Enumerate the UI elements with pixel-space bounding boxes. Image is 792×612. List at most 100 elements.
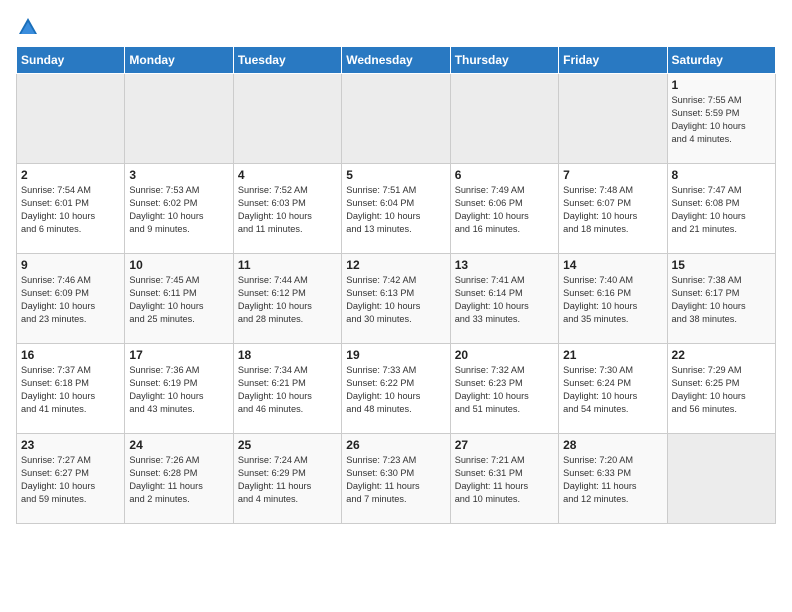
day-number: 25 xyxy=(238,438,337,452)
calendar-cell: 23 Sunrise: 7:27 AM Sunset: 6:27 PM Dayli… xyxy=(17,434,125,524)
calendar-cell xyxy=(450,74,558,164)
day-info: Sunrise: 7:52 AM Sunset: 6:03 PM Dayligh… xyxy=(238,184,337,236)
day-number: 16 xyxy=(21,348,120,362)
day-info: Sunrise: 7:37 AM Sunset: 6:18 PM Dayligh… xyxy=(21,364,120,416)
calendar-cell: 1Sunrise: 7:55 AM Sunset: 5:59 PM Daylig… xyxy=(667,74,775,164)
calendar-week-row: 9 Sunrise: 7:46 AM Sunset: 6:09 PM Daylig… xyxy=(17,254,776,344)
calendar-cell: 10 Sunrise: 7:45 AM Sunset: 6:11 PM Dayli… xyxy=(125,254,233,344)
day-number: 3 xyxy=(129,168,228,182)
logo-icon xyxy=(17,16,39,38)
day-number: 5 xyxy=(346,168,445,182)
calendar-cell: 15 Sunrise: 7:38 AM Sunset: 6:17 PM Dayli… xyxy=(667,254,775,344)
calendar-table: SundayMondayTuesdayWednesdayThursdayFrid… xyxy=(16,46,776,524)
day-info: Sunrise: 7:53 AM Sunset: 6:02 PM Dayligh… xyxy=(129,184,228,236)
logo xyxy=(16,16,40,38)
day-number: 9 xyxy=(21,258,120,272)
day-info: Sunrise: 7:55 AM Sunset: 5:59 PM Dayligh… xyxy=(672,94,771,146)
day-info: Sunrise: 7:44 AM Sunset: 6:12 PM Dayligh… xyxy=(238,274,337,326)
calendar-week-row: 23 Sunrise: 7:27 AM Sunset: 6:27 PM Dayli… xyxy=(17,434,776,524)
day-number: 23 xyxy=(21,438,120,452)
day-number: 4 xyxy=(238,168,337,182)
calendar-week-row: 16 Sunrise: 7:37 AM Sunset: 6:18 PM Dayli… xyxy=(17,344,776,434)
calendar-cell: 17 Sunrise: 7:36 AM Sunset: 6:19 PM Dayli… xyxy=(125,344,233,434)
day-info: Sunrise: 7:29 AM Sunset: 6:25 PM Dayligh… xyxy=(672,364,771,416)
calendar-cell: 9 Sunrise: 7:46 AM Sunset: 6:09 PM Daylig… xyxy=(17,254,125,344)
calendar-cell: 19 Sunrise: 7:33 AM Sunset: 6:22 PM Dayli… xyxy=(342,344,450,434)
day-info: Sunrise: 7:32 AM Sunset: 6:23 PM Dayligh… xyxy=(455,364,554,416)
day-number: 28 xyxy=(563,438,662,452)
day-number: 12 xyxy=(346,258,445,272)
day-number: 24 xyxy=(129,438,228,452)
calendar-cell: 28 Sunrise: 7:20 AM Sunset: 6:33 PM Dayli… xyxy=(559,434,667,524)
calendar-cell xyxy=(559,74,667,164)
day-info: Sunrise: 7:26 AM Sunset: 6:28 PM Dayligh… xyxy=(129,454,228,506)
day-info: Sunrise: 7:51 AM Sunset: 6:04 PM Dayligh… xyxy=(346,184,445,236)
day-info: Sunrise: 7:23 AM Sunset: 6:30 PM Dayligh… xyxy=(346,454,445,506)
day-info: Sunrise: 7:33 AM Sunset: 6:22 PM Dayligh… xyxy=(346,364,445,416)
day-number: 20 xyxy=(455,348,554,362)
day-number: 8 xyxy=(672,168,771,182)
calendar-cell xyxy=(17,74,125,164)
calendar-cell: 27 Sunrise: 7:21 AM Sunset: 6:31 PM Dayli… xyxy=(450,434,558,524)
day-number: 15 xyxy=(672,258,771,272)
day-info: Sunrise: 7:30 AM Sunset: 6:24 PM Dayligh… xyxy=(563,364,662,416)
calendar-cell: 18 Sunrise: 7:34 AM Sunset: 6:21 PM Dayli… xyxy=(233,344,341,434)
day-info: Sunrise: 7:40 AM Sunset: 6:16 PM Dayligh… xyxy=(563,274,662,326)
calendar-cell: 25 Sunrise: 7:24 AM Sunset: 6:29 PM Dayli… xyxy=(233,434,341,524)
calendar-cell: 24 Sunrise: 7:26 AM Sunset: 6:28 PM Dayli… xyxy=(125,434,233,524)
weekday-header: Monday xyxy=(125,47,233,74)
calendar-cell xyxy=(342,74,450,164)
calendar-cell xyxy=(125,74,233,164)
day-info: Sunrise: 7:21 AM Sunset: 6:31 PM Dayligh… xyxy=(455,454,554,506)
day-number: 10 xyxy=(129,258,228,272)
page-header xyxy=(16,16,776,38)
day-info: Sunrise: 7:46 AM Sunset: 6:09 PM Dayligh… xyxy=(21,274,120,326)
day-info: Sunrise: 7:20 AM Sunset: 6:33 PM Dayligh… xyxy=(563,454,662,506)
day-number: 13 xyxy=(455,258,554,272)
day-info: Sunrise: 7:38 AM Sunset: 6:17 PM Dayligh… xyxy=(672,274,771,326)
calendar-cell: 5 Sunrise: 7:51 AM Sunset: 6:04 PM Daylig… xyxy=(342,164,450,254)
day-number: 26 xyxy=(346,438,445,452)
calendar-cell: 26 Sunrise: 7:23 AM Sunset: 6:30 PM Dayli… xyxy=(342,434,450,524)
calendar-cell: 4 Sunrise: 7:52 AM Sunset: 6:03 PM Daylig… xyxy=(233,164,341,254)
calendar-cell: 14 Sunrise: 7:40 AM Sunset: 6:16 PM Dayli… xyxy=(559,254,667,344)
day-number: 27 xyxy=(455,438,554,452)
calendar-cell xyxy=(667,434,775,524)
calendar-cell: 22 Sunrise: 7:29 AM Sunset: 6:25 PM Dayli… xyxy=(667,344,775,434)
day-info: Sunrise: 7:41 AM Sunset: 6:14 PM Dayligh… xyxy=(455,274,554,326)
day-info: Sunrise: 7:47 AM Sunset: 6:08 PM Dayligh… xyxy=(672,184,771,236)
calendar-week-row: 1Sunrise: 7:55 AM Sunset: 5:59 PM Daylig… xyxy=(17,74,776,164)
calendar-week-row: 2Sunrise: 7:54 AM Sunset: 6:01 PM Daylig… xyxy=(17,164,776,254)
header-row: SundayMondayTuesdayWednesdayThursdayFrid… xyxy=(17,47,776,74)
day-number: 14 xyxy=(563,258,662,272)
weekday-header: Tuesday xyxy=(233,47,341,74)
calendar-header: SundayMondayTuesdayWednesdayThursdayFrid… xyxy=(17,47,776,74)
day-number: 2 xyxy=(21,168,120,182)
calendar-cell: 6Sunrise: 7:49 AM Sunset: 6:06 PM Daylig… xyxy=(450,164,558,254)
calendar-cell: 11 Sunrise: 7:44 AM Sunset: 6:12 PM Dayli… xyxy=(233,254,341,344)
day-info: Sunrise: 7:27 AM Sunset: 6:27 PM Dayligh… xyxy=(21,454,120,506)
day-number: 17 xyxy=(129,348,228,362)
calendar-cell: 13 Sunrise: 7:41 AM Sunset: 6:14 PM Dayli… xyxy=(450,254,558,344)
day-number: 21 xyxy=(563,348,662,362)
calendar-cell: 16 Sunrise: 7:37 AM Sunset: 6:18 PM Dayli… xyxy=(17,344,125,434)
day-number: 18 xyxy=(238,348,337,362)
day-number: 19 xyxy=(346,348,445,362)
day-info: Sunrise: 7:36 AM Sunset: 6:19 PM Dayligh… xyxy=(129,364,228,416)
day-info: Sunrise: 7:48 AM Sunset: 6:07 PM Dayligh… xyxy=(563,184,662,236)
calendar-body: 1Sunrise: 7:55 AM Sunset: 5:59 PM Daylig… xyxy=(17,74,776,524)
weekday-header: Friday xyxy=(559,47,667,74)
day-info: Sunrise: 7:34 AM Sunset: 6:21 PM Dayligh… xyxy=(238,364,337,416)
calendar-cell: 8 Sunrise: 7:47 AM Sunset: 6:08 PM Daylig… xyxy=(667,164,775,254)
calendar-cell: 12Sunrise: 7:42 AM Sunset: 6:13 PM Dayli… xyxy=(342,254,450,344)
day-number: 22 xyxy=(672,348,771,362)
weekday-header: Sunday xyxy=(17,47,125,74)
calendar-cell: 20 Sunrise: 7:32 AM Sunset: 6:23 PM Dayli… xyxy=(450,344,558,434)
calendar-cell: 2Sunrise: 7:54 AM Sunset: 6:01 PM Daylig… xyxy=(17,164,125,254)
day-info: Sunrise: 7:24 AM Sunset: 6:29 PM Dayligh… xyxy=(238,454,337,506)
calendar-cell: 3 Sunrise: 7:53 AM Sunset: 6:02 PM Daylig… xyxy=(125,164,233,254)
day-number: 11 xyxy=(238,258,337,272)
weekday-header: Wednesday xyxy=(342,47,450,74)
day-info: Sunrise: 7:45 AM Sunset: 6:11 PM Dayligh… xyxy=(129,274,228,326)
weekday-header: Thursday xyxy=(450,47,558,74)
